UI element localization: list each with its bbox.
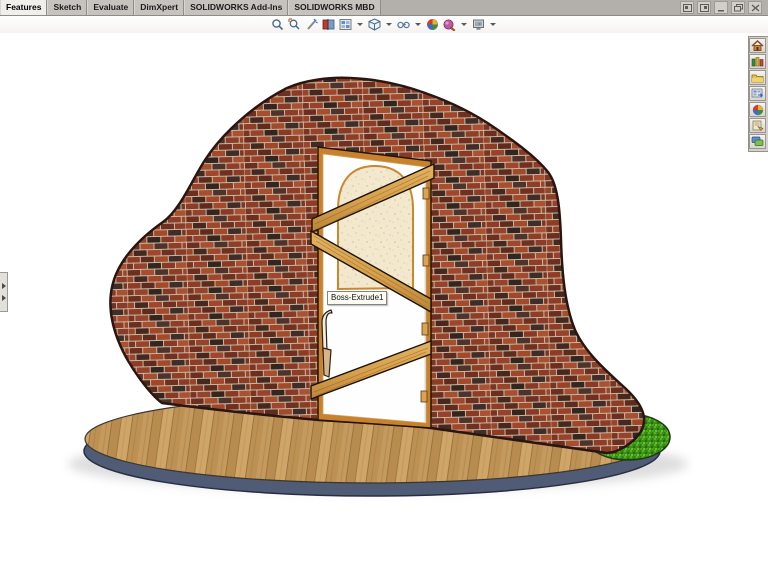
close-button[interactable] <box>748 1 762 14</box>
design-library-button[interactable] <box>749 54 766 69</box>
section-view-icon[interactable] <box>321 17 336 32</box>
expand-arrow-icon <box>2 283 6 289</box>
heads-up-toolbar-row <box>0 16 768 33</box>
tab-sketch[interactable]: Sketch <box>47 0 87 15</box>
expand-arrow-icon <box>2 295 6 301</box>
zoom-to-area-icon[interactable] <box>287 17 302 32</box>
palette-grid-icon <box>751 88 764 99</box>
window-controls <box>680 1 762 14</box>
view-orientation-dropdown[interactable] <box>357 23 363 26</box>
doc-window-right-button[interactable] <box>697 1 711 14</box>
appearance-sphere-icon <box>752 104 764 116</box>
custom-properties-button[interactable] <box>749 118 766 133</box>
minimize-button[interactable] <box>714 1 728 14</box>
view-orientation-icon[interactable] <box>338 17 353 32</box>
display-style-icon[interactable] <box>367 17 382 32</box>
properties-doc-icon <box>751 120 764 131</box>
feature-tooltip: Boss-Extrude1 <box>327 291 387 305</box>
zoom-to-fit-icon[interactable] <box>270 17 285 32</box>
solidworks-forum-button[interactable] <box>749 134 766 149</box>
doc-window-left-button[interactable] <box>680 1 694 14</box>
apply-scene-dropdown[interactable] <box>461 23 467 26</box>
library-icon <box>751 56 764 67</box>
display-style-dropdown[interactable] <box>386 23 392 26</box>
edit-appearance-icon[interactable] <box>425 17 440 32</box>
solidworks-resources-button[interactable] <box>749 38 766 53</box>
tab-solidworks-mbd[interactable]: SOLIDWORKS MBD <box>288 0 380 15</box>
restore-button[interactable] <box>731 1 745 14</box>
command-manager-tabbar: Features Sketch Evaluate DimXpert SOLIDW… <box>0 0 768 16</box>
apply-scene-icon[interactable] <box>442 17 457 32</box>
previous-view-icon[interactable] <box>304 17 319 32</box>
view-settings-dropdown[interactable] <box>490 23 496 26</box>
folder-icon <box>751 72 764 83</box>
tab-dimxpert[interactable]: DimXpert <box>134 0 184 15</box>
solidworks-window: { "command_manager": { "tabs": [ {"label… <box>0 0 768 570</box>
tab-evaluate[interactable]: Evaluate <box>87 0 134 15</box>
view-palette-button[interactable] <box>749 86 766 101</box>
tab-features[interactable]: Features <box>0 0 47 15</box>
task-pane <box>748 36 768 152</box>
featuremanager-collapsed-splitter[interactable] <box>0 272 8 312</box>
home-icon <box>751 40 764 51</box>
tab-solidworks-addins[interactable]: SOLIDWORKS Add-Ins <box>184 0 288 15</box>
file-explorer-button[interactable] <box>749 70 766 85</box>
view-settings-icon[interactable] <box>471 17 486 32</box>
appearances-scenes-button[interactable] <box>749 102 766 117</box>
hide-show-items-icon[interactable] <box>396 17 411 32</box>
heads-up-toolbar <box>270 17 498 32</box>
forum-bubbles-icon <box>751 136 764 147</box>
hide-show-items-dropdown[interactable] <box>415 23 421 26</box>
